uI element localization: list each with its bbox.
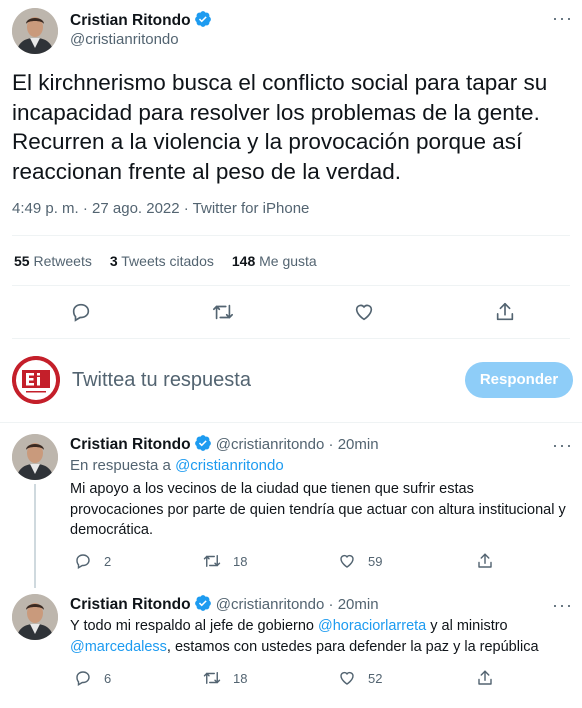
reply-handle[interactable]: @cristianritondo — [216, 436, 325, 453]
like-icon — [340, 554, 354, 568]
author-handle[interactable]: @cristianritondo — [70, 31, 179, 48]
current-user-avatar[interactable] — [12, 356, 60, 404]
more-icon[interactable]: ··· — [552, 436, 573, 454]
divider — [12, 235, 570, 236]
reply-time[interactable]: 20min — [338, 436, 379, 453]
thread-line — [34, 484, 36, 588]
share-icon — [478, 670, 492, 685]
divider — [0, 422, 582, 423]
tweet-stats: 55 Retweets 3 Tweets citados 148 Me gusta — [14, 253, 317, 269]
avatar-photo — [12, 8, 58, 54]
author-name[interactable]: Cristian Ritondo — [70, 12, 191, 29]
reply-time[interactable]: 20min — [338, 596, 379, 613]
share-action[interactable] — [476, 668, 494, 688]
like-action[interactable]: 52 — [338, 668, 382, 688]
retweet-icon[interactable] — [212, 301, 234, 323]
tweet-meta[interactable]: 4:49 p. m. · 27 ago. 2022 · Twitter for … — [12, 200, 309, 217]
verified-badge-icon — [194, 11, 211, 27]
reply-count: 2 — [104, 553, 112, 569]
like-count: 59 — [368, 553, 383, 569]
retweet-action[interactable]: 18 — [203, 551, 247, 571]
retweet-count: 18 — [233, 670, 248, 686]
like-icon[interactable] — [353, 301, 375, 323]
more-icon[interactable]: ··· — [552, 9, 573, 27]
reply-text: Y todo mi respaldo al jefe de gobierno @… — [70, 618, 539, 655]
reply-author-avatar[interactable] — [12, 434, 58, 480]
in-reply-to-handle[interactable]: @cristianritondo — [175, 457, 284, 474]
verified-badge-icon — [194, 595, 211, 611]
retweet-count: 18 — [233, 553, 248, 569]
reply-button[interactable]: Responder — [465, 362, 573, 398]
reply-icon — [76, 671, 90, 687]
share-icon[interactable] — [494, 301, 516, 323]
reply-input[interactable]: Twittea tu respuesta — [72, 369, 251, 392]
reply-text: Mi apoyo a los vecinos de la ciudad que … — [70, 481, 566, 538]
like-action[interactable]: 59 — [338, 551, 382, 571]
reply-header: Cristian Ritondo @cristianritondo · 20mi… — [70, 435, 379, 453]
quotes-stat[interactable]: 3 Tweets citados — [110, 253, 214, 269]
author-avatar[interactable] — [12, 8, 58, 54]
like-icon — [340, 671, 354, 685]
retweet-icon — [203, 672, 221, 684]
retweet-action[interactable]: 18 — [203, 668, 247, 688]
author-name-row[interactable]: Cristian Ritondo — [70, 10, 212, 30]
share-icon — [478, 553, 492, 568]
mention-link[interactable]: @marcedaless — [70, 639, 167, 655]
retweet-icon — [203, 555, 221, 567]
like-count: 52 — [368, 670, 383, 686]
reply-author-name[interactable]: Cristian Ritondo — [70, 436, 191, 453]
reply-handle[interactable]: @cristianritondo — [216, 596, 325, 613]
share-action[interactable] — [476, 551, 494, 571]
retweets-stat[interactable]: 55 Retweets — [14, 253, 92, 269]
reply-icon — [76, 554, 90, 570]
reply-author-name[interactable]: Cristian Ritondo — [70, 596, 191, 613]
reply-header: Cristian Ritondo @cristianritondo · 20mi… — [70, 595, 379, 613]
avatar-photo — [12, 434, 58, 480]
in-reply-to: En respuesta a @cristianritondo — [70, 457, 284, 474]
reply-icon[interactable] — [70, 301, 92, 323]
verified-badge-icon — [194, 435, 211, 451]
reply-count: 6 — [104, 670, 112, 686]
reply-action[interactable]: 6 — [74, 668, 111, 688]
reply-author-avatar[interactable] — [12, 594, 58, 640]
mention-link[interactable]: @horaciorlarreta — [318, 618, 426, 634]
more-icon[interactable]: ··· — [552, 596, 573, 614]
divider — [12, 285, 570, 286]
reply-action[interactable]: 2 — [74, 551, 111, 571]
likes-stat[interactable]: 148 Me gusta — [232, 253, 317, 269]
ei-logo — [12, 356, 60, 404]
divider — [12, 338, 570, 339]
tweet-text: El kirchnerismo busca el conflicto socia… — [12, 70, 548, 184]
avatar-photo — [12, 594, 58, 640]
